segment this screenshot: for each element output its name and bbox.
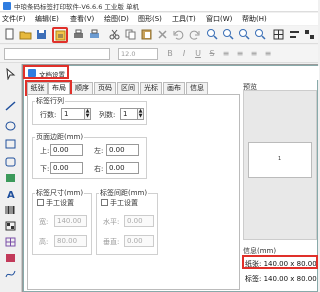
- scissors-icon[interactable]: [108, 28, 121, 41]
- drawing-toolbar: A: [0, 64, 22, 292]
- menu-shape[interactable]: 图形(S): [138, 14, 162, 24]
- menu-tools[interactable]: 工具(T): [172, 14, 196, 24]
- label-gap-manual-label: 手工设置: [110, 199, 138, 207]
- svg-text:A: A: [7, 190, 15, 200]
- curve-tool-icon[interactable]: [4, 268, 17, 280]
- document-settings-dialog: 文档设置 纸张 布局 顺序 页码 区间 光标 画布 信息 标签行列 行数: 1 …: [23, 65, 319, 292]
- rows-stepper[interactable]: ▲ ▼: [84, 108, 91, 120]
- tab-order[interactable]: 顺序: [71, 82, 93, 94]
- preview-label-number: 1: [278, 156, 282, 162]
- label-height-input[interactable]: 80.00: [54, 235, 87, 247]
- paste-icon[interactable]: [140, 28, 153, 41]
- strikethrough-icon[interactable]: S: [206, 48, 218, 60]
- rows-input[interactable]: 1: [61, 108, 85, 120]
- menu-file[interactable]: 文件(F): [2, 14, 26, 24]
- margin-top-input[interactable]: 0.00: [50, 144, 83, 156]
- rows-label: 行数:: [40, 111, 57, 119]
- underline-icon[interactable]: U: [192, 48, 204, 60]
- text-tool-icon[interactable]: A: [4, 188, 17, 201]
- bold-icon[interactable]: B: [164, 48, 176, 60]
- zoom-out-icon[interactable]: [222, 28, 235, 41]
- delete-icon[interactable]: [156, 28, 169, 41]
- ellipse-tool-icon[interactable]: [4, 120, 17, 132]
- justify-icon[interactable]: ≡: [262, 48, 274, 60]
- save-icon[interactable]: [35, 28, 48, 41]
- gap-horizontal-label: 水平:: [103, 218, 120, 226]
- gap-horizontal-input[interactable]: 0.00: [124, 215, 154, 227]
- italic-icon[interactable]: I: [178, 48, 190, 60]
- dialog-title-highlight: [23, 65, 69, 79]
- new-file-icon[interactable]: [3, 28, 16, 41]
- gap-vertical-label: 垂直:: [103, 238, 120, 246]
- print-preview-icon[interactable]: [88, 28, 101, 41]
- tab-info[interactable]: 信息: [186, 82, 208, 94]
- app-icon: [3, 2, 11, 10]
- tab-canvas[interactable]: 画布: [163, 82, 185, 94]
- label-width-input[interactable]: 140.00: [54, 215, 87, 227]
- tab-cursor[interactable]: 光标: [140, 82, 162, 94]
- arrange-icon[interactable]: [303, 28, 316, 41]
- database-tool-icon[interactable]: [4, 252, 17, 264]
- menu-bar: 文件(F) 编辑(E) 查看(V) 绘图(D) 图形(S) 工具(T) 窗口(W…: [0, 13, 318, 25]
- cols-stepper[interactable]: ▲ ▼: [137, 108, 144, 120]
- label-size-manual-label: 手工设置: [46, 199, 74, 207]
- paper-size-highlight: [242, 255, 318, 269]
- qrcode-tool-icon[interactable]: [4, 220, 17, 232]
- title-bar: 中琅条码标签打印软件-V6.6.6 工业版 单机: [0, 0, 318, 12]
- margin-top-label: 上:: [40, 147, 50, 155]
- tab-region[interactable]: 区间: [117, 82, 139, 94]
- menu-window[interactable]: 窗口(W): [206, 14, 232, 24]
- label-width-label: 宽:: [39, 218, 49, 226]
- margin-left-input[interactable]: 0.00: [106, 144, 139, 156]
- label-size-manual-checkbox[interactable]: [37, 199, 44, 206]
- window-title: 中琅条码标签打印软件-V6.6.6 工业版 单机: [14, 3, 139, 11]
- font-family-select[interactable]: [4, 48, 110, 60]
- zoom-in-icon[interactable]: [206, 28, 219, 41]
- margin-right-input[interactable]: 0.00: [106, 162, 139, 174]
- cols-label: 列数:: [99, 111, 116, 119]
- line-tool-icon[interactable]: [4, 100, 17, 112]
- table-tool-icon[interactable]: [4, 236, 17, 248]
- main-toolbar: [0, 26, 318, 44]
- layout-panel: 标签行列 行数: 1 ▲ ▼ 列数: 1 ▲ ▼ 页面边距(mm) 上: 0.00 …: [27, 94, 240, 290]
- label-size-title: 标签尺寸(mm): [35, 188, 85, 198]
- align-icon[interactable]: [288, 28, 301, 41]
- menu-view[interactable]: 查看(V): [70, 14, 94, 24]
- cols-input[interactable]: 1: [120, 108, 138, 120]
- barcode-tool-icon[interactable]: [4, 204, 17, 216]
- zoom-fit-icon[interactable]: [238, 28, 251, 41]
- print-icon[interactable]: [72, 28, 85, 41]
- margins-title: 页面边距(mm): [35, 132, 85, 142]
- redo-icon[interactable]: [188, 28, 201, 41]
- label-gap-manual-checkbox[interactable]: [101, 199, 108, 206]
- font-size-select[interactable]: 12.0: [118, 48, 158, 60]
- margin-bottom-label: 下:: [40, 165, 50, 173]
- rectangle-tool-icon[interactable]: [4, 138, 17, 150]
- label-gap-title: 标签间距(mm): [99, 188, 149, 198]
- open-folder-icon[interactable]: [19, 28, 32, 41]
- align-left-icon[interactable]: ≡: [220, 48, 232, 60]
- menu-help[interactable]: 帮助(H): [242, 14, 267, 24]
- label-height-label: 高:: [39, 238, 49, 246]
- margin-left-label: 左:: [94, 147, 104, 155]
- margin-bottom-input[interactable]: 0.00: [50, 162, 83, 174]
- copy-icon[interactable]: [124, 28, 137, 41]
- margin-right-label: 右:: [94, 165, 104, 173]
- select-arrow-icon[interactable]: [4, 67, 17, 81]
- menu-edit[interactable]: 编辑(E): [35, 14, 59, 24]
- undo-icon[interactable]: [172, 28, 185, 41]
- zoom-100-icon[interactable]: [254, 28, 267, 41]
- menu-draw[interactable]: 绘图(D): [104, 14, 129, 24]
- image-tool-icon[interactable]: [4, 172, 17, 184]
- info-label-size: 标签: 140.00 x 80.00: [245, 275, 317, 283]
- align-right-icon[interactable]: ≡: [248, 48, 260, 60]
- align-center-icon[interactable]: ≡: [234, 48, 246, 60]
- gap-vertical-input[interactable]: 0.00: [124, 235, 154, 247]
- document-settings-icon[interactable]: [52, 27, 68, 43]
- rounded-rect-tool-icon[interactable]: [4, 156, 17, 168]
- rows-cols-title: 标签行列: [35, 96, 65, 106]
- grid-icon[interactable]: [272, 28, 285, 41]
- tab-pagecode[interactable]: 页码: [94, 82, 116, 94]
